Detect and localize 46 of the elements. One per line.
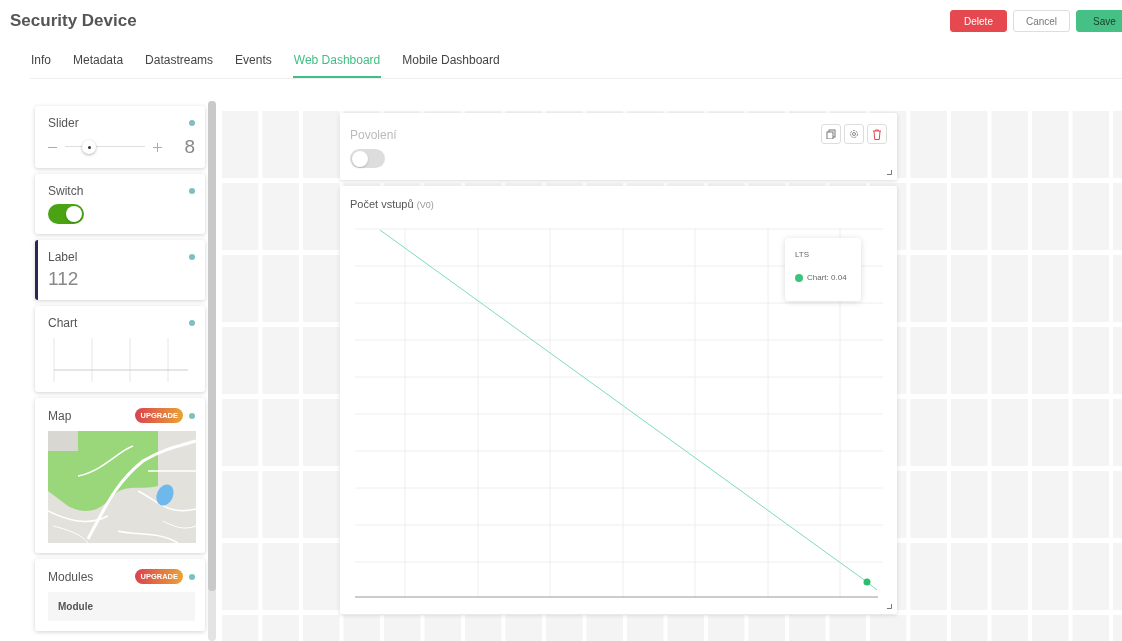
widget-card[interactable]: Label 112	[35, 240, 205, 300]
slider-value: 8	[184, 136, 195, 158]
status-dot-icon	[189, 188, 195, 194]
plus-icon[interactable]	[153, 142, 163, 152]
copy-button[interactable]	[821, 124, 841, 144]
widget-card[interactable]: Chart	[35, 306, 205, 392]
status-dot-icon	[189, 320, 195, 326]
resize-handle-icon[interactable]	[887, 604, 892, 609]
trash-icon	[872, 128, 882, 140]
tab[interactable]: Datastreams	[144, 53, 215, 78]
page-title: Security Device	[10, 11, 137, 31]
slider-thumb[interactable]	[82, 140, 97, 154]
widget-card[interactable]: Slider 8	[35, 106, 205, 168]
status-dot-icon	[189, 573, 195, 580]
status-dot-icon	[189, 254, 195, 260]
copy-icon	[826, 129, 836, 139]
status-dot-icon	[189, 120, 195, 126]
widget-title: Map	[48, 408, 73, 423]
module-item[interactable]: Module	[48, 592, 195, 621]
toggle-switch[interactable]	[48, 204, 84, 224]
settings-icon	[849, 129, 859, 139]
label-value: 112	[48, 268, 79, 289]
tab[interactable]: Metadata	[72, 53, 125, 78]
cancel-button[interactable]: Cancel	[1013, 10, 1070, 32]
status-dot-icon	[189, 412, 195, 419]
tab[interactable]: Mobile Dashboard	[401, 53, 501, 78]
resize-handle-icon[interactable]	[887, 170, 892, 175]
tab[interactable]: Info	[30, 53, 52, 78]
widget-title: Slider	[48, 116, 80, 130]
tab[interactable]: Events	[234, 53, 273, 78]
tooltip-title: LTS	[795, 250, 811, 259]
widget-card[interactable]: Switch	[35, 174, 205, 234]
delete-button[interactable]: Delete	[950, 10, 1007, 32]
chart-widget[interactable]: Počet vstupů (V0) LTS Chart: 0.04	[340, 186, 897, 614]
widget-title: Label	[48, 250, 79, 264]
delete-button[interactable]	[867, 124, 887, 144]
widget-title: Modules	[48, 569, 95, 584]
series-dot-icon	[795, 273, 803, 282]
widget-title: Povolení	[350, 128, 397, 142]
toggle-switch[interactable]	[350, 149, 385, 168]
widget-title: Switch	[48, 184, 85, 198]
chart-title: Počet vstupů (V0)	[350, 198, 435, 210]
settings-button[interactable]	[844, 124, 864, 144]
widget-title: Chart	[48, 316, 79, 330]
tooltip-value: Chart: 0.04	[807, 273, 847, 282]
save-button[interactable]: Save	[1076, 10, 1122, 32]
